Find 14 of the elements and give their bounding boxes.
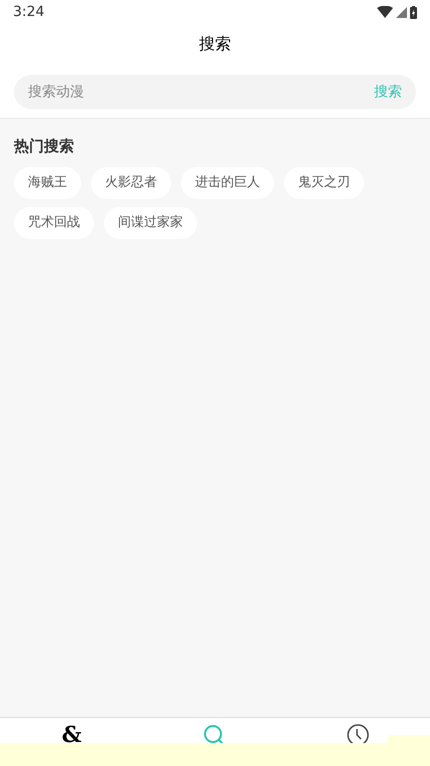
clock-icon[interactable] [347, 724, 370, 743]
tag-chip[interactable]: 海贼王 [14, 166, 81, 198]
page-title: 搜索 [199, 33, 231, 55]
tag-chip[interactable]: 火影忍者 [91, 166, 171, 198]
tag-chip[interactable]: 进击的巨人 [181, 166, 274, 198]
battery-icon [410, 6, 417, 18]
nav-tab[interactable]: & [62, 724, 82, 743]
status-time: 3:24 [13, 2, 44, 22]
signal-icon [396, 6, 407, 18]
wifi-icon [377, 6, 393, 18]
section-title: 热门搜索 [14, 136, 75, 157]
tag-chip[interactable]: 间谍过家家 [104, 206, 197, 238]
tag-chip[interactable]: 咒术回战 [14, 206, 94, 238]
tag-chip[interactable]: 鬼灭之刃 [284, 166, 364, 198]
